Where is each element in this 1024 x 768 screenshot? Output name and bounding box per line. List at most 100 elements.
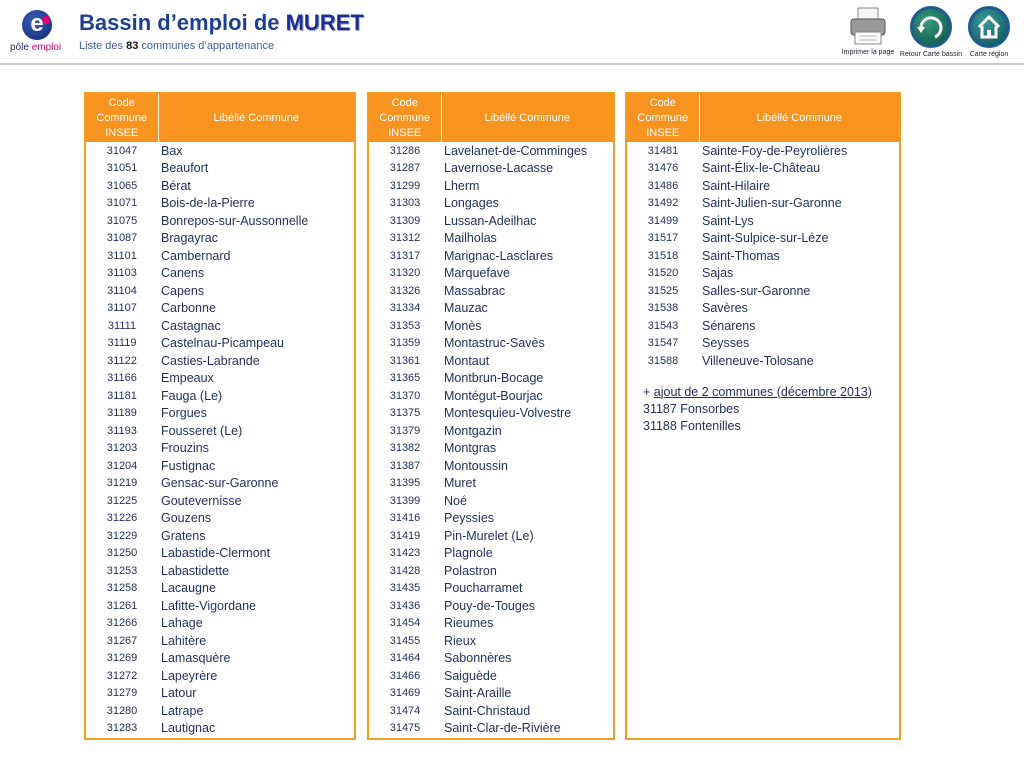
commune-code: 31203 [106,442,138,455]
table-row: 31166 Empeaux [86,370,354,388]
table-row: 31387 Montoussin [369,457,613,475]
table-row: 31547 Seysses [627,335,899,353]
commune-name: Sabonnères [444,651,512,666]
code-header: Code Commune INSEE [369,94,442,142]
table-row: 31071 Bois-de-la-Pierre [86,195,354,213]
table-row: 31435 Poucharramet [369,580,613,598]
table-row: 31543 Sénarens [627,317,899,335]
commune-code: 31253 [106,564,138,577]
commune-name: Gouzens [161,511,212,526]
commune-name: Lussan-Adeilhac [444,213,537,228]
table-row: 31189 Forgues [86,405,354,423]
table-row: 31258 Lacaugne [86,580,354,598]
table-row: 31107 Carbonne [86,300,354,318]
table-row: 31455 Rieux [369,632,613,650]
commune-code: 31481 [647,144,679,157]
commune-name: Mailholas [444,231,497,246]
commune-code: 31101 [107,249,137,262]
table-row: 31204 Fustignac [86,457,354,475]
table-row: 31253 Labastidette [86,562,354,580]
carte-region-button[interactable]: Carte région [966,6,1012,58]
table-row: 31361 Montaut [369,352,613,370]
commune-code: 31547 [647,337,679,350]
commune-code: 31359 [389,337,421,350]
table-row: 31399 Noé [369,492,613,510]
table-row: 31469 Saint-Araille [369,685,613,703]
commune-name: Montastruc-Savès [444,336,545,351]
table-row: 31428 Polastron [369,562,613,580]
table-row: 31303 Longages [369,195,613,213]
table-row: 31272 Lapeyrère [86,667,354,685]
commune-code: 31361 [389,354,421,367]
commune-name: Bax [161,143,183,158]
commune-code: 31455 [389,634,421,647]
header-divider [0,63,1024,65]
subtitle-pre: Liste des [79,40,127,52]
commune-name: Cambernard [161,248,231,263]
commune-name: Fousseret (Le) [161,423,243,438]
table-row: 31353 Monès [369,317,613,335]
commune-name: Marquefave [444,266,511,281]
retour-carte-bassin-button[interactable]: Retour Carte bassin [898,6,964,58]
commune-name: Saint-Araille [444,686,512,701]
commune-name: Gratens [161,528,206,543]
table-3-body: 31481 Sainte-Foy-de-Peyrolières 31476 Saint… [627,142,899,370]
region-label: Carte région [969,51,1009,58]
commune-name: Goutevernisse [161,493,242,508]
globe-arrow-icon [910,6,952,48]
table-row: 31087 Bragayrac [86,230,354,248]
commune-name: Saint-Christaud [444,703,531,718]
commune-code: 31525 [647,284,679,297]
commune-code: 31312 [389,232,421,245]
commune-code: 31454 [389,617,421,630]
commune-name: Sainte-Foy-de-Peyrolières [702,143,848,158]
commune-code: 31047 [106,144,138,157]
table-row: 31309 Lussan-Adeilhac [369,212,613,230]
commune-name: Sajas [702,266,734,281]
commune-name: Bonrepos-sur-Aussonnelle [161,213,309,228]
commune-code: 31087 [106,232,138,245]
commune-code: 31326 [389,284,421,297]
commune-name: Saint-Clar-de-Rivière [444,721,561,736]
commune-code: 31219 [106,477,138,490]
table-row: 31326 Massabrac [369,282,613,300]
commune-code: 31435 [389,582,421,595]
commune-code: 31475 [389,722,421,735]
commune-code: 31103 [107,267,137,280]
commune-name: Gensac-sur-Garonne [161,476,279,491]
commune-name: Canens [161,266,205,281]
commune-code: 31370 [389,389,421,402]
commune-code: 31520 [647,267,679,280]
commune-code: 31104 [107,284,137,297]
commune-code: 31486 [647,179,679,192]
title-prefix: Bassin d’emploi de [79,10,286,35]
print-button[interactable]: Imprimer la page [838,6,898,56]
commune-name: Castagnac [161,318,221,333]
commune-code: 31226 [106,512,138,525]
commune-code: 31419 [389,529,421,542]
commune-name: Lavelanet-de-Comminges [444,143,588,158]
commune-code: 31122 [107,354,137,367]
commune-code: 31492 [647,197,679,210]
commune-code: 31189 [107,407,137,420]
commune-code: 31428 [389,564,421,577]
table-row: 31538 Savères [627,300,899,318]
table-row: 31416 Peyssies [369,510,613,528]
table-2-body: 31286 Lavelanet-de-Comminges 31287 Lavernos… [369,142,613,737]
table-row: 31279 Latour [86,685,354,703]
commune-code: 31466 [389,669,421,682]
commune-name: Rieux [444,633,476,648]
commune-name: Montesquieu-Volvestre [444,406,572,421]
commune-name: Poucharramet [444,581,523,596]
addition-note: + ajout de 2 communes (décembre 2013) 31… [627,370,899,435]
commune-name: Saint-Élix-le-Château [702,161,821,176]
table-row: 31370 Montégut-Bourjac [369,387,613,405]
commune-name: Fustignac [161,458,216,473]
commune-name: Marignac-Lasclares [444,248,554,263]
commune-code: 31395 [389,477,421,490]
table-row: 31103 Canens [86,265,354,283]
commune-code: 31423 [389,547,421,560]
commune-code: 31469 [389,687,421,700]
commune-code: 31365 [389,372,421,385]
commune-code: 31375 [389,407,421,420]
